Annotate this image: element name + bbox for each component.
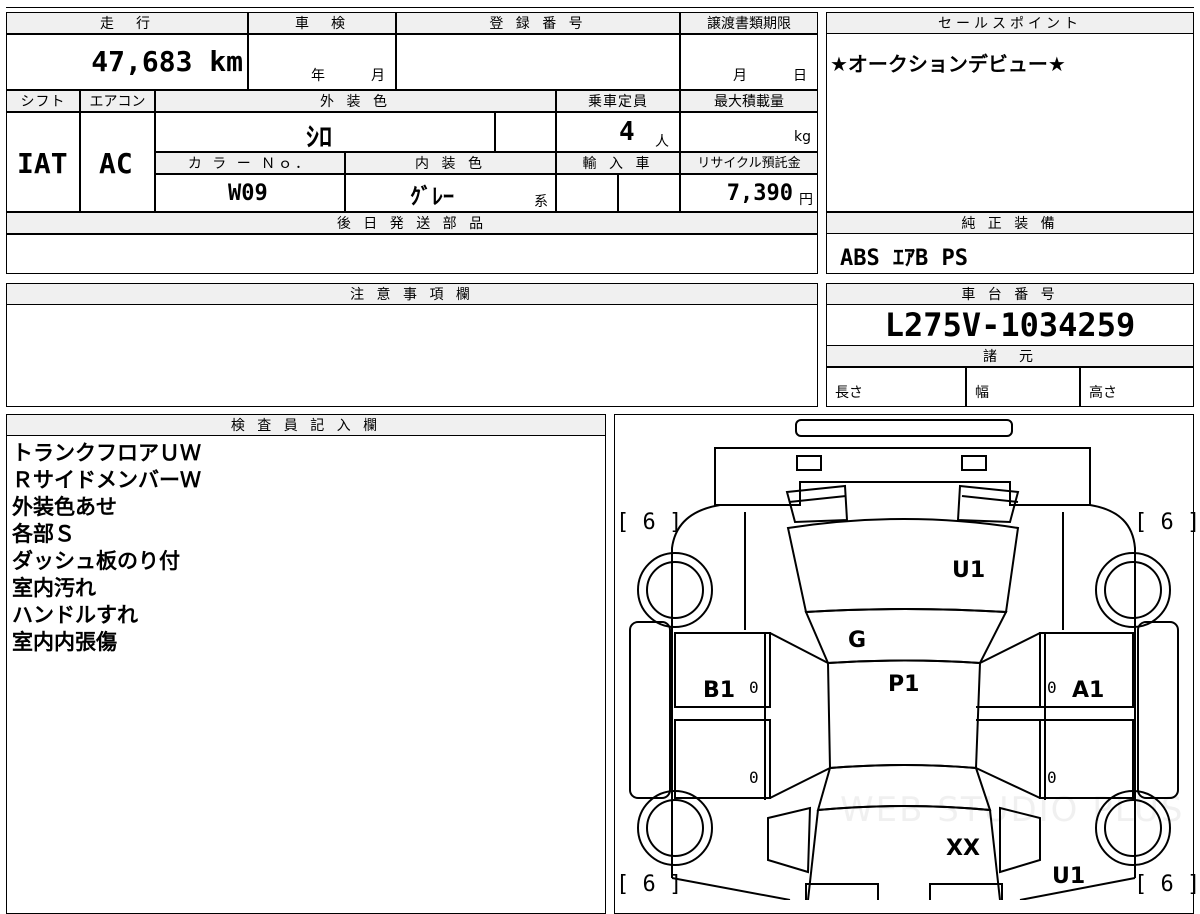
color-no-cell: W09 [155,174,345,212]
left-front-door-zero: 0 [749,678,759,697]
shift-value: IAT [17,147,68,180]
inspector-notes: トランクフロアＵＷ ＲサイドメンバーＷ 外装色あせ 各部Ｓ ダッシュ板のり付 室… [12,440,201,656]
sales-point-text: ★オークションデビュー★ [830,52,1066,76]
ext-color-value: ｼﾛ [306,123,333,153]
capacity-unit: 人 [655,134,669,150]
sales-point-header: セールスポイント [826,12,1194,34]
inspector-note: 室内内張傷 [12,630,117,654]
mileage-value: 47,683 km [91,45,243,78]
shaken-month-unit: 月 [371,68,385,84]
registration-cell [396,34,680,90]
doc-deadline-cell: 月 日 [680,34,818,90]
capacity-header: 乗車定員 [556,90,680,112]
int-color-cell: ｸﾞﾚｰ 系 [345,174,556,212]
left-rear-door-zero: 0 [749,768,759,787]
shift-cell: IAT [6,112,80,212]
doc-deadline-header: 譲渡書類期限 [680,12,818,34]
aircon-cell: AC [80,112,155,212]
right-front-door-zero: 0 [1047,678,1057,697]
hood-label: U1 [952,558,986,583]
chassis-value: L275V-1034259 [884,306,1136,344]
int-color-suffix: 系 [534,194,548,210]
right-front-door-label: A1 [1072,678,1105,703]
inspector-note: 室内汚れ [12,576,96,600]
doc-month-unit: 月 [733,68,747,84]
height-label: 高さ [1089,385,1117,401]
later-parts-cell [6,234,818,274]
recycle-value: 7,390 [726,181,793,206]
import-cell-right [618,174,680,212]
rear-quarter-label: U1 [1052,864,1086,889]
recycle-unit: 円 [799,192,813,208]
capacity-cell: 4 人 [556,112,680,152]
grille-label: G [848,628,867,653]
inspector-note: ＲサイドメンバーＷ [12,468,201,492]
doc-day-unit: 日 [793,68,807,84]
height-cell: 高さ [1080,367,1194,407]
genuine-header: 純 正 装 備 [826,212,1194,234]
later-parts-header: 後 日 発 送 部 品 [6,212,818,234]
genuine-value: ABS ｴｱB PS [840,246,968,271]
int-color-value: ｸﾞﾚｰ [410,185,455,210]
recycle-header: リサイクル預託金 [680,152,818,174]
spec-header: 諸 元 [826,345,1194,367]
right-rear-door-zero: 0 [1047,768,1057,787]
max-load-cell: kg [680,112,818,152]
shift-header: シフト [6,90,80,112]
width-cell: 幅 [966,367,1080,407]
color-no-header: カ ラ ー Ｎｏ． [155,152,345,174]
aircon-value: AC [99,147,133,180]
top-sliver [6,0,1194,8]
import-header: 輸 入 車 [556,152,680,174]
length-label: 長さ [835,385,863,401]
aircon-header: エアコン [80,90,155,112]
ext-color-cell: ｼﾛ [155,112,495,153]
left-front-door-label: B1 [703,678,736,703]
inspector-note: 各部Ｓ [12,522,75,546]
tire-right-top: [ 6 ] [1134,510,1200,535]
mileage-cell: 47,683 km [6,34,248,90]
inspector-note: トランクフロアＵＷ [12,441,201,465]
tire-left-bottom: [ 6 ] [616,872,683,897]
rear-panel-label: XX [946,836,980,861]
watermark: WEB STUDIO PLUS [840,790,1185,830]
max-load-header: 最大積載量 [680,90,818,112]
tire-left-top: [ 6 ] [616,510,683,535]
ext-color-header: 外 装 色 [155,90,556,112]
chassis-header: 車 台 番 号 [826,283,1194,305]
roof-label: P1 [888,672,920,697]
sales-point-box [826,12,1194,212]
capacity-value: 4 [619,117,635,147]
inspector-note: ハンドルすれ [12,603,138,627]
inspector-note: ダッシュ板のり付 [12,549,180,573]
int-color-header: 内 装 色 [345,152,556,174]
notice-header: 注 意 事 項 欄 [6,283,818,305]
max-load-unit: kg [794,129,811,145]
mileage-header: 走 行 [6,12,248,34]
shaken-year-unit: 年 [311,68,325,84]
ext-color-extra-cell [495,112,556,152]
import-cell-left [556,174,618,212]
length-cell: 長さ [826,367,966,407]
shaken-header: 車 検 [248,12,396,34]
color-no-value: W09 [228,181,268,206]
registration-header: 登 録 番 号 [396,12,680,34]
tire-right-bottom: [ 6 ] [1134,872,1200,897]
width-label: 幅 [975,385,989,401]
inspector-note: 外装色あせ [12,495,117,519]
recycle-cell: 7,390 円 [680,174,818,212]
shaken-cell: 年 月 [248,34,396,90]
inspector-header: 検 査 員 記 入 欄 [6,414,606,436]
